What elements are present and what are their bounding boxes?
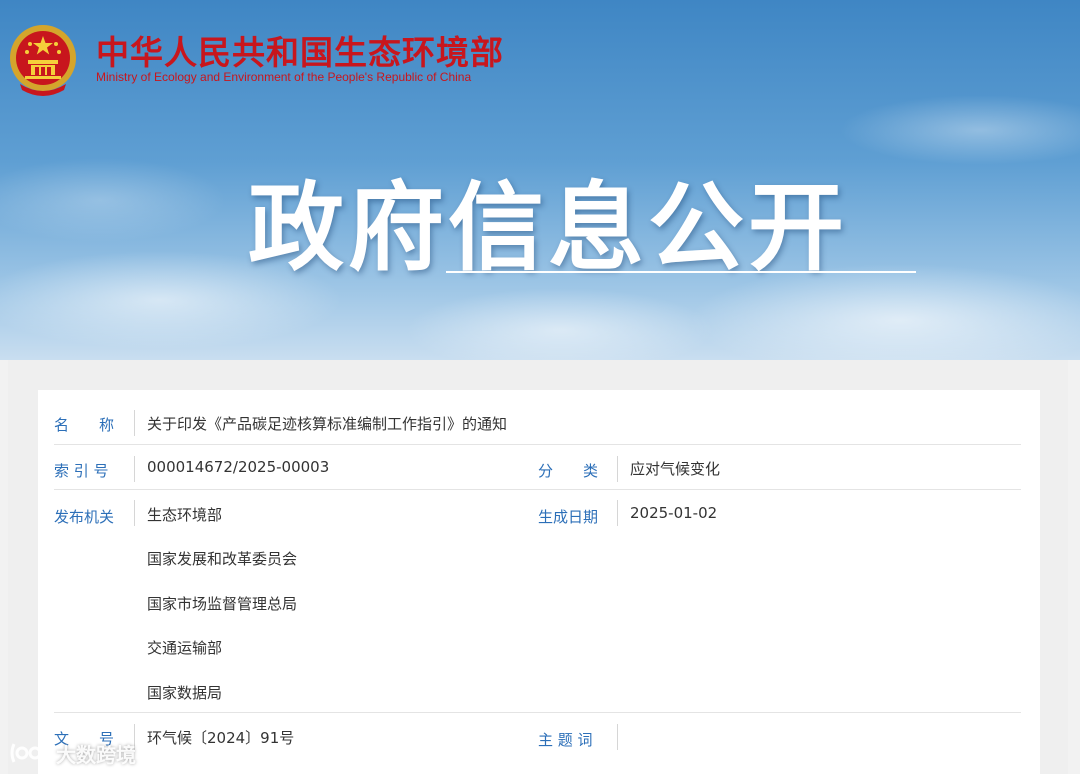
issuer-item: 交通运输部 [147, 639, 223, 657]
index-value: 000014672/2025-00003 [147, 458, 330, 476]
category-label: 分 类 [538, 462, 599, 480]
watermark-logo-icon [10, 743, 48, 763]
issuer-item: 生态环境部 [147, 506, 223, 524]
issuer-item: 国家发展和改革委员会 [147, 550, 298, 568]
doc-no-value: 环气候〔2024〕91号 [147, 729, 295, 747]
banner-title: 政府信息公开 [248, 172, 848, 284]
name-value: 关于印发《产品碳足迹核算标准编制工作指引》的通知 [147, 415, 508, 433]
ministry-name-cn: 中华人民共和国生态环境部 [96, 33, 504, 72]
divider [134, 456, 135, 482]
index-label: 索 引 号 [54, 462, 109, 480]
watermark-text: 大数跨境 [56, 742, 136, 767]
name-label: 名 称 [54, 416, 115, 434]
date-label: 生成日期 [538, 508, 599, 526]
divider [617, 500, 618, 526]
ministry-name-en: Ministry of Ecology and Environment of t… [96, 70, 472, 84]
issuer-label: 发布机关 [54, 508, 115, 526]
national-emblem-icon [10, 25, 76, 96]
issuer-item: 国家数据局 [147, 684, 223, 702]
date-value: 2025-01-02 [630, 504, 718, 522]
divider [134, 410, 135, 436]
divider [134, 500, 135, 526]
watermark: 大数跨境 [8, 738, 136, 768]
keywords-label: 主 题 词 [538, 731, 593, 749]
category-value: 应对气候变化 [630, 460, 721, 478]
divider [617, 456, 618, 482]
divider [617, 724, 618, 750]
issuer-item: 国家市场监督管理总局 [147, 595, 298, 613]
title-underline [446, 271, 916, 273]
